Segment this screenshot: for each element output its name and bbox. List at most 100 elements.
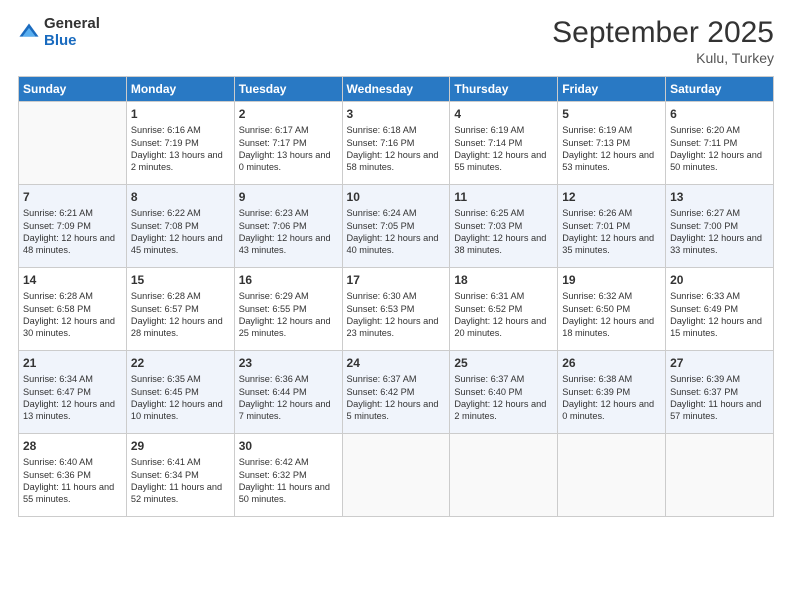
day-number: 16 [239,272,338,288]
day-info: Sunrise: 6:37 AMSunset: 6:42 PMDaylight:… [347,373,446,423]
day-info: Sunrise: 6:34 AMSunset: 6:47 PMDaylight:… [23,373,122,423]
calendar-header-row: Sunday Monday Tuesday Wednesday Thursday… [19,77,774,102]
table-row: 18 Sunrise: 6:31 AMSunset: 6:52 PMDayligh… [450,268,558,351]
day-number: 25 [454,355,553,371]
day-info: Sunrise: 6:31 AMSunset: 6:52 PMDaylight:… [454,290,553,340]
day-info: Sunrise: 6:19 AMSunset: 7:14 PMDaylight:… [454,124,553,174]
table-row: 26 Sunrise: 6:38 AMSunset: 6:39 PMDayligh… [558,351,666,434]
day-number: 30 [239,438,338,454]
table-row: 27Sunrise: 6:39 AMSunset: 6:37 PMDayligh… [666,351,774,434]
day-info: Sunrise: 6:35 AMSunset: 6:45 PMDaylight:… [131,373,230,423]
day-number: 29 [131,438,230,454]
day-info: Sunrise: 6:24 AMSunset: 7:05 PMDaylight:… [347,207,446,257]
day-number: 18 [454,272,553,288]
table-row: 17Sunrise: 6:30 AMSunset: 6:53 PMDayligh… [342,268,450,351]
day-info: Sunrise: 6:36 AMSunset: 6:44 PMDaylight:… [239,373,338,423]
table-row: 29 Sunrise: 6:41 AMSunset: 6:34 PMDayligh… [126,434,234,517]
day-info: Sunrise: 6:39 AMSunset: 6:37 PMDaylight:… [670,373,769,423]
day-info: Sunrise: 6:40 AMSunset: 6:36 PMDaylight:… [23,456,122,506]
table-row: 21 Sunrise: 6:34 AMSunset: 6:47 PMDayligh… [19,351,127,434]
calendar-week-row: 1 Sunrise: 6:16 AMSunset: 7:19 PMDaylight… [19,102,774,185]
day-number: 28 [23,438,122,454]
table-row: 15 Sunrise: 6:28 AMSunset: 6:57 PMDayligh… [126,268,234,351]
day-info: Sunrise: 6:29 AMSunset: 6:55 PMDaylight:… [239,290,338,340]
day-number: 26 [562,355,661,371]
table-row: 12 Sunrise: 6:26 AMSunset: 7:01 PMDayligh… [558,185,666,268]
table-row: 11Sunrise: 6:25 AMSunset: 7:03 PMDayligh… [450,185,558,268]
day-info: Sunrise: 6:26 AMSunset: 7:01 PMDaylight:… [562,207,661,257]
col-monday: Monday [126,77,234,102]
day-info: Sunrise: 6:17 AMSunset: 7:17 PMDaylight:… [239,124,338,174]
table-row: 16 Sunrise: 6:29 AMSunset: 6:55 PMDayligh… [234,268,342,351]
day-number: 4 [454,106,553,122]
day-number: 21 [23,355,122,371]
day-info: Sunrise: 6:27 AMSunset: 7:00 PMDaylight:… [670,207,769,257]
day-info: Sunrise: 6:42 AMSunset: 6:32 PMDaylight:… [239,456,338,506]
table-row: 10 Sunrise: 6:24 AMSunset: 7:05 PMDayligh… [342,185,450,268]
table-row [342,434,450,517]
day-number: 9 [239,189,338,205]
page: General Blue September 2025 Kulu, Turkey… [0,0,792,612]
day-number: 19 [562,272,661,288]
day-info: Sunrise: 6:28 AMSunset: 6:57 PMDaylight:… [131,290,230,340]
day-number: 12 [562,189,661,205]
day-number: 14 [23,272,122,288]
day-number: 15 [131,272,230,288]
logo-blue: Blue [44,33,100,50]
day-number: 22 [131,355,230,371]
table-row: 30 Sunrise: 6:42 AMSunset: 6:32 PMDayligh… [234,434,342,517]
logo-icon [18,22,40,44]
table-row [19,102,127,185]
calendar: Sunday Monday Tuesday Wednesday Thursday… [18,76,774,517]
col-wednesday: Wednesday [342,77,450,102]
day-info: Sunrise: 6:20 AMSunset: 7:11 PMDaylight:… [670,124,769,174]
day-info: Sunrise: 6:33 AMSunset: 6:49 PMDaylight:… [670,290,769,340]
day-number: 3 [347,106,446,122]
day-number: 7 [23,189,122,205]
day-info: Sunrise: 6:38 AMSunset: 6:39 PMDaylight:… [562,373,661,423]
col-tuesday: Tuesday [234,77,342,102]
day-info: Sunrise: 6:28 AMSunset: 6:58 PMDaylight:… [23,290,122,340]
table-row: 8 Sunrise: 6:22 AMSunset: 7:08 PMDaylight… [126,185,234,268]
logo-text: General Blue [44,16,100,49]
day-info: Sunrise: 6:22 AMSunset: 7:08 PMDaylight:… [131,207,230,257]
table-row: 9 Sunrise: 6:23 AMSunset: 7:06 PMDaylight… [234,185,342,268]
col-friday: Friday [558,77,666,102]
table-row: 5Sunrise: 6:19 AMSunset: 7:13 PMDaylight… [558,102,666,185]
table-row: 20 Sunrise: 6:33 AMSunset: 6:49 PMDayligh… [666,268,774,351]
title-block: September 2025 Kulu, Turkey [552,16,774,66]
table-row: 6 Sunrise: 6:20 AMSunset: 7:11 PMDaylight… [666,102,774,185]
day-number: 24 [347,355,446,371]
table-row: 23 Sunrise: 6:36 AMSunset: 6:44 PMDayligh… [234,351,342,434]
table-row: 25 Sunrise: 6:37 AMSunset: 6:40 PMDayligh… [450,351,558,434]
day-number: 20 [670,272,769,288]
day-info: Sunrise: 6:41 AMSunset: 6:34 PMDaylight:… [131,456,230,506]
month-title: September 2025 [552,16,774,50]
calendar-week-row: 14 Sunrise: 6:28 AMSunset: 6:58 PMDayligh… [19,268,774,351]
day-number: 10 [347,189,446,205]
day-number: 1 [131,106,230,122]
day-number: 13 [670,189,769,205]
calendar-week-row: 21 Sunrise: 6:34 AMSunset: 6:47 PMDayligh… [19,351,774,434]
table-row: 22 Sunrise: 6:35 AMSunset: 6:45 PMDayligh… [126,351,234,434]
day-info: Sunrise: 6:16 AMSunset: 7:19 PMDaylight:… [131,124,230,174]
day-number: 2 [239,106,338,122]
day-number: 8 [131,189,230,205]
table-row: 14 Sunrise: 6:28 AMSunset: 6:58 PMDayligh… [19,268,127,351]
day-info: Sunrise: 6:19 AMSunset: 7:13 PMDaylight:… [562,124,661,174]
day-number: 23 [239,355,338,371]
col-saturday: Saturday [666,77,774,102]
table-row: 19Sunrise: 6:32 AMSunset: 6:50 PMDayligh… [558,268,666,351]
day-info: Sunrise: 6:21 AMSunset: 7:09 PMDaylight:… [23,207,122,257]
day-info: Sunrise: 6:18 AMSunset: 7:16 PMDaylight:… [347,124,446,174]
logo-general: General [44,16,100,33]
location-subtitle: Kulu, Turkey [552,50,774,66]
day-info: Sunrise: 6:23 AMSunset: 7:06 PMDaylight:… [239,207,338,257]
day-number: 17 [347,272,446,288]
day-info: Sunrise: 6:37 AMSunset: 6:40 PMDaylight:… [454,373,553,423]
day-number: 6 [670,106,769,122]
table-row [666,434,774,517]
col-sunday: Sunday [19,77,127,102]
table-row: 4 Sunrise: 6:19 AMSunset: 7:14 PMDaylight… [450,102,558,185]
table-row: 7 Sunrise: 6:21 AMSunset: 7:09 PMDaylight… [19,185,127,268]
